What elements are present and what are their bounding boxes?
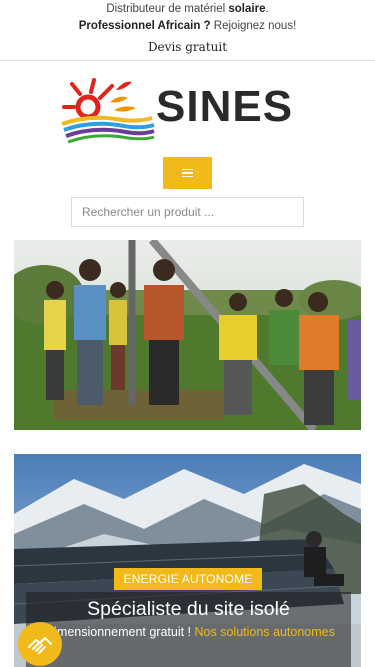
announcement-line-2: Professionnel Africain ? Rejoignez nous! xyxy=(0,18,375,35)
handshake-icon xyxy=(28,637,52,654)
slide-subtitle: Dimensionnement gratuit ! Nos solutions … xyxy=(40,624,340,640)
announcement-period: . xyxy=(265,3,269,15)
announcement-text: Distributeur de matériel xyxy=(106,3,229,15)
slide-subtitle-text: Dimensionnement gratuit ! xyxy=(45,625,195,639)
partner-badge[interactable] xyxy=(18,622,62,666)
sines-logo[interactable]: SINES xyxy=(60,74,320,146)
join-link[interactable]: Rejoignez nous! xyxy=(211,20,296,32)
announcement-line-1: Distributeur de matériel solaire. xyxy=(0,1,375,18)
slide-category-tag[interactable]: ENERGIE AUTONOME xyxy=(114,568,262,590)
announcement-bold-2: Professionnel Africain ? xyxy=(78,20,211,32)
top-announcement: Distributeur de matériel solaire. Profes… xyxy=(0,0,375,35)
announcement-bold: solaire xyxy=(228,3,266,15)
header-divider xyxy=(0,60,375,61)
slide-title: Spécialiste du site isolé xyxy=(87,598,290,620)
field-photo-image xyxy=(14,240,361,430)
hamburger-icon xyxy=(182,168,193,178)
field-installation-photo[interactable] xyxy=(14,240,361,430)
free-quote-link[interactable]: Devis gratuit xyxy=(0,40,375,56)
menu-button[interactable] xyxy=(163,157,212,189)
autonomous-solutions-link[interactable]: Nos solutions autonomes xyxy=(195,625,335,639)
sun-logo-icon xyxy=(61,78,155,144)
brand-name: SINES xyxy=(156,82,294,131)
search-input[interactable] xyxy=(71,197,304,227)
